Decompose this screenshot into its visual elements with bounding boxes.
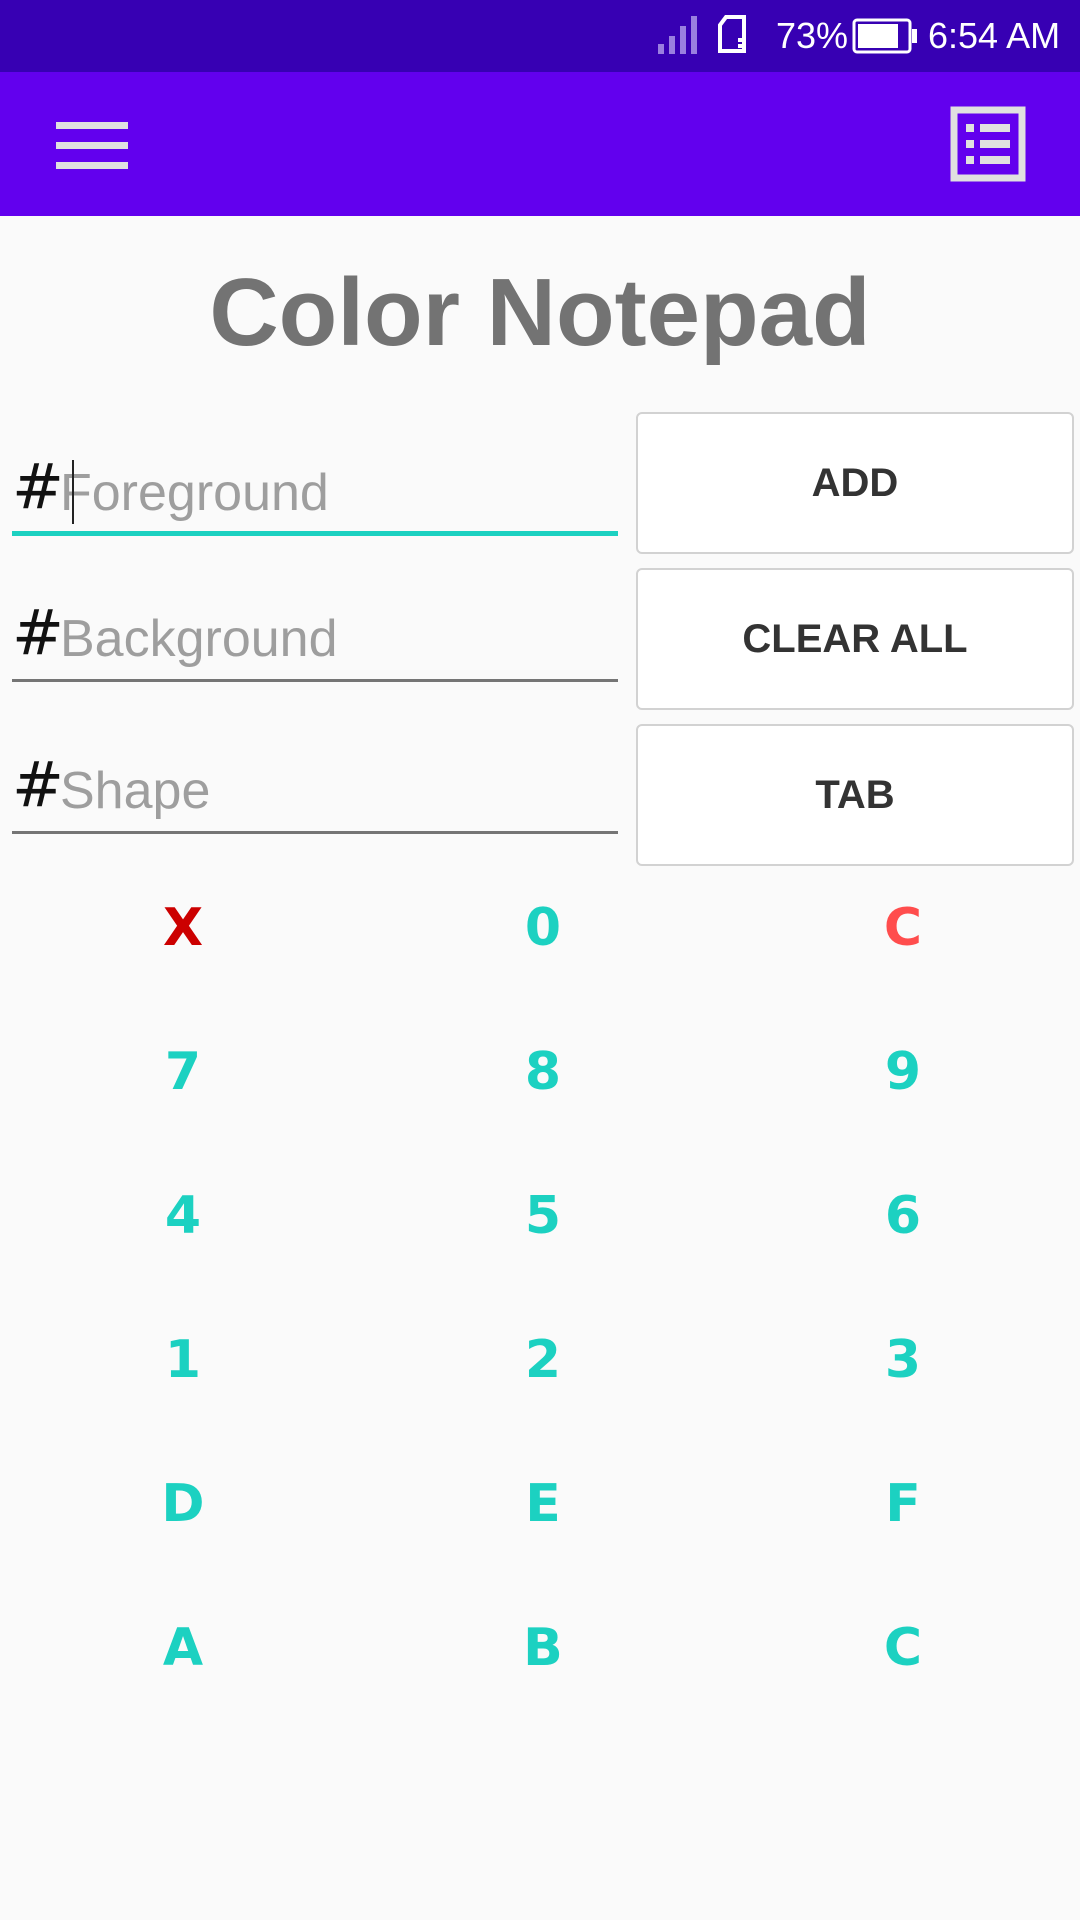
- foreground-field: #: [12, 446, 618, 536]
- tab-button[interactable]: TAB: [636, 724, 1074, 866]
- key-clear[interactable]: C: [823, 878, 983, 978]
- hash-prefix: #: [12, 748, 64, 821]
- field-underline: [12, 679, 618, 682]
- text-cursor: [72, 460, 74, 524]
- sim-card-icon: [718, 15, 746, 53]
- clear-all-button[interactable]: CLEAR ALL: [636, 568, 1074, 710]
- key-0[interactable]: 0: [463, 878, 623, 978]
- key-c[interactable]: C: [823, 1598, 983, 1698]
- key-7[interactable]: 7: [103, 1022, 263, 1122]
- list-view-icon[interactable]: [946, 104, 1030, 184]
- page-title: Color Notepad: [209, 259, 871, 366]
- key-9[interactable]: 9: [823, 1022, 983, 1122]
- key-4[interactable]: 4: [103, 1166, 263, 1266]
- status-time: 6:54 AM: [928, 15, 1061, 56]
- add-button[interactable]: ADD: [636, 412, 1074, 554]
- background-field: #: [12, 592, 618, 682]
- hamburger-menu-icon[interactable]: [48, 110, 138, 180]
- key-8[interactable]: 8: [463, 1022, 623, 1122]
- key-5[interactable]: 5: [463, 1166, 623, 1266]
- key-1[interactable]: 1: [103, 1310, 263, 1410]
- foreground-input[interactable]: [60, 458, 610, 528]
- key-a[interactable]: A: [103, 1598, 263, 1698]
- key-3[interactable]: 3: [823, 1310, 983, 1410]
- key-delete[interactable]: X: [103, 878, 263, 978]
- field-underline: [12, 831, 618, 834]
- signal-icon: [658, 16, 697, 54]
- status-bar: 73% 6:54 AM: [0, 0, 1080, 72]
- shape-input[interactable]: [60, 756, 610, 826]
- battery-percentage: 73%: [776, 15, 849, 56]
- key-2[interactable]: 2: [463, 1310, 623, 1410]
- key-d[interactable]: D: [103, 1454, 263, 1554]
- shape-field: #: [12, 744, 618, 834]
- key-b[interactable]: B: [463, 1598, 623, 1698]
- key-f[interactable]: F: [823, 1454, 983, 1554]
- app-bar: [0, 72, 1080, 216]
- battery-icon: [852, 18, 917, 54]
- hash-prefix: #: [12, 596, 64, 669]
- background-input[interactable]: [60, 604, 610, 674]
- hash-prefix: #: [12, 450, 64, 523]
- key-6[interactable]: 6: [823, 1166, 983, 1266]
- key-e[interactable]: E: [463, 1454, 623, 1554]
- field-underline: [12, 531, 618, 536]
